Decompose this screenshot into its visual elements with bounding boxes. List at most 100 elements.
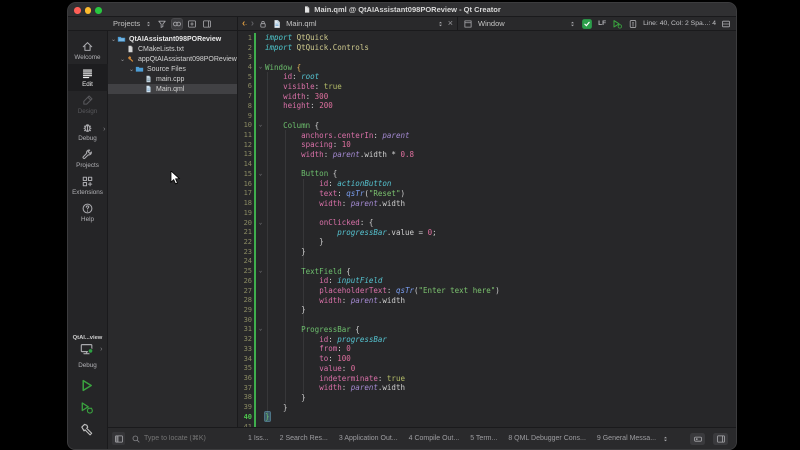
output-pane-button-5[interactable]: 5 Term... bbox=[470, 435, 497, 442]
qml-preview-icon[interactable] bbox=[611, 18, 623, 30]
tree-expand-caret-icon[interactable]: ⌄ bbox=[110, 36, 117, 43]
code-line-19[interactable]: 19 bbox=[238, 208, 736, 218]
fold-marker-icon[interactable]: ⌄ bbox=[256, 122, 265, 128]
tree-item-main-cpp[interactable]: main.cpp bbox=[108, 74, 237, 84]
debug-run-button[interactable] bbox=[79, 400, 97, 416]
code-line-35[interactable]: 35 value: 0 bbox=[238, 363, 736, 373]
output-pane-button-2[interactable]: 2 Search Res... bbox=[280, 435, 328, 442]
run-button[interactable] bbox=[79, 378, 97, 394]
line-ending-indicator[interactable]: LF bbox=[598, 20, 606, 27]
minimize-button[interactable] bbox=[85, 7, 92, 14]
code-line-39[interactable]: 39 } bbox=[238, 402, 736, 412]
mode-welcome[interactable]: Welcome bbox=[68, 37, 108, 64]
output-pane-button-4[interactable]: 4 Compile Out... bbox=[409, 435, 460, 442]
fold-marker-icon[interactable]: ⌄ bbox=[256, 268, 265, 274]
tree-item-main-qml[interactable]: Main.qml bbox=[108, 84, 237, 94]
code-line-7[interactable]: 7 width: 300 bbox=[238, 91, 736, 101]
code-line-2[interactable]: 2 import QtQuick.Controls bbox=[238, 43, 736, 53]
symbol-selector[interactable]: Window bbox=[478, 19, 505, 28]
locator-input[interactable] bbox=[144, 435, 236, 442]
panel-selector[interactable]: Projects bbox=[113, 19, 140, 28]
code-line-8[interactable]: 8 height: 200 bbox=[238, 101, 736, 111]
fold-marker-icon[interactable]: ⌄ bbox=[256, 64, 265, 70]
code-line-21[interactable]: 21 progressBar.value = 0; bbox=[238, 227, 736, 237]
mode-debug[interactable]: Debug› bbox=[68, 118, 108, 145]
code-line-22[interactable]: 22 } bbox=[238, 237, 736, 247]
document-dropdown-icon[interactable] bbox=[437, 19, 444, 29]
mode-extensions[interactable]: Extensions bbox=[68, 172, 108, 199]
go-back-button[interactable]: ‹. bbox=[242, 19, 247, 29]
code-line-6[interactable]: 6 visible: true bbox=[238, 82, 736, 92]
code-line-27[interactable]: 27 placeholderText: qsTr("Enter text her… bbox=[238, 286, 736, 296]
output-pane-button-1[interactable]: 1 Iss... bbox=[248, 435, 269, 442]
code-line-18[interactable]: 18 width: parent.width bbox=[238, 198, 736, 208]
mode-projects[interactable]: Projects bbox=[68, 145, 108, 172]
code-line-32[interactable]: 32 id: progressBar bbox=[238, 334, 736, 344]
code-line-37[interactable]: 37 width: parent.width bbox=[238, 383, 736, 393]
symbol-dropdown-icon[interactable] bbox=[569, 19, 576, 29]
code-editor[interactable]: 1 import QtQuick2 import QtQuick.Control… bbox=[238, 31, 736, 427]
code-line-13[interactable]: 13 width: parent.width * 0.8 bbox=[238, 150, 736, 160]
code-line-29[interactable]: 29 } bbox=[238, 305, 736, 315]
open-document-name[interactable]: Main.qml bbox=[286, 19, 316, 28]
filter-icon[interactable] bbox=[157, 19, 167, 29]
code-line-4[interactable]: 4 ⌄ Window { bbox=[238, 62, 736, 72]
code-line-24[interactable]: 24 bbox=[238, 257, 736, 267]
fold-marker-icon[interactable]: ⌄ bbox=[256, 171, 265, 177]
code-line-23[interactable]: 23 } bbox=[238, 247, 736, 257]
tree-expand-caret-icon[interactable]: ⌄ bbox=[128, 66, 135, 73]
code-line-12[interactable]: 12 spacing: 10 bbox=[238, 140, 736, 150]
code-line-41[interactable]: 41 bbox=[238, 422, 736, 427]
tree-item-source-files[interactable]: ⌄ Source Files bbox=[108, 64, 237, 74]
locator-field[interactable] bbox=[131, 434, 236, 444]
code-line-5[interactable]: 5 id: root bbox=[238, 72, 736, 82]
output-pane-button-7[interactable]: 9 General Messa... bbox=[597, 435, 656, 442]
panel-selector-arrows-icon[interactable] bbox=[145, 19, 152, 29]
code-line-9[interactable]: 9 bbox=[238, 111, 736, 121]
split-panel-icon[interactable] bbox=[187, 19, 197, 29]
output-pane-toggle-button[interactable] bbox=[713, 433, 728, 445]
code-line-31[interactable]: 31 ⌄ ProgressBar { bbox=[238, 325, 736, 335]
mode-edit[interactable]: Edit bbox=[68, 64, 108, 91]
close-panel-icon[interactable] bbox=[202, 19, 212, 29]
code-line-28[interactable]: 28 width: parent.width bbox=[238, 295, 736, 305]
title-bar[interactable]: Main.qml @ QtAIAssistant098POReview - Qt… bbox=[68, 3, 736, 17]
code-line-14[interactable]: 14 bbox=[238, 159, 736, 169]
code-line-1[interactable]: 1 import QtQuick bbox=[238, 33, 736, 43]
code-line-34[interactable]: 34 to: 100 bbox=[238, 354, 736, 364]
code-line-30[interactable]: 30 bbox=[238, 315, 736, 325]
code-line-33[interactable]: 33 from: 0 bbox=[238, 344, 736, 354]
code-line-3[interactable]: 3 bbox=[238, 52, 736, 62]
kit-selector[interactable]: QtAI...view › Debug bbox=[73, 335, 103, 375]
split-editor-icon[interactable] bbox=[721, 19, 731, 29]
mode-help[interactable]: Help bbox=[68, 199, 108, 226]
left-sidebar-toggle-button[interactable] bbox=[112, 432, 125, 445]
go-forward-button[interactable]: › bbox=[251, 19, 254, 29]
code-line-38[interactable]: 38 } bbox=[238, 393, 736, 403]
pane-overflow-arrows-icon[interactable] bbox=[662, 434, 669, 444]
fold-marker-icon[interactable]: ⌄ bbox=[256, 220, 265, 226]
code-line-40[interactable]: 40 } bbox=[238, 412, 736, 422]
build-button[interactable] bbox=[79, 422, 97, 438]
tree-expand-caret-icon[interactable]: ⌄ bbox=[119, 56, 126, 63]
output-pane-button-6[interactable]: 8 QML Debugger Cons... bbox=[508, 435, 586, 442]
code-line-25[interactable]: 25 ⌄ TextField { bbox=[238, 266, 736, 276]
close-button[interactable] bbox=[74, 7, 81, 14]
fold-marker-icon[interactable]: ⌄ bbox=[256, 326, 265, 332]
output-pane-button-3[interactable]: 3 Application Out... bbox=[339, 435, 398, 442]
tree-item-appqtaiassistant098poreview[interactable]: ⌄ appQtAIAssistant098POReview bbox=[108, 54, 237, 64]
build-progress-button[interactable] bbox=[690, 433, 705, 445]
close-document-button[interactable]: × bbox=[448, 19, 453, 28]
language-server-icon[interactable] bbox=[581, 18, 593, 30]
code-line-15[interactable]: 15 ⌄ Button { bbox=[238, 169, 736, 179]
tree-item-qtaiassistant098poreview[interactable]: ⌄ QtAIAssistant098POReview bbox=[108, 34, 237, 44]
zoom-button[interactable] bbox=[95, 7, 102, 14]
code-line-17[interactable]: 17 text: qsTr("Reset") bbox=[238, 189, 736, 199]
code-line-36[interactable]: 36 indeterminate: true bbox=[238, 373, 736, 383]
pin-document-icon[interactable] bbox=[258, 19, 268, 29]
code-line-10[interactable]: 10 ⌄ Column { bbox=[238, 120, 736, 130]
code-line-11[interactable]: 11 anchors.centerIn: parent bbox=[238, 130, 736, 140]
code-line-16[interactable]: 16 id: actionButton bbox=[238, 179, 736, 189]
sync-with-editor-icon[interactable] bbox=[172, 19, 182, 29]
code-line-26[interactable]: 26 id: inputField bbox=[238, 276, 736, 286]
